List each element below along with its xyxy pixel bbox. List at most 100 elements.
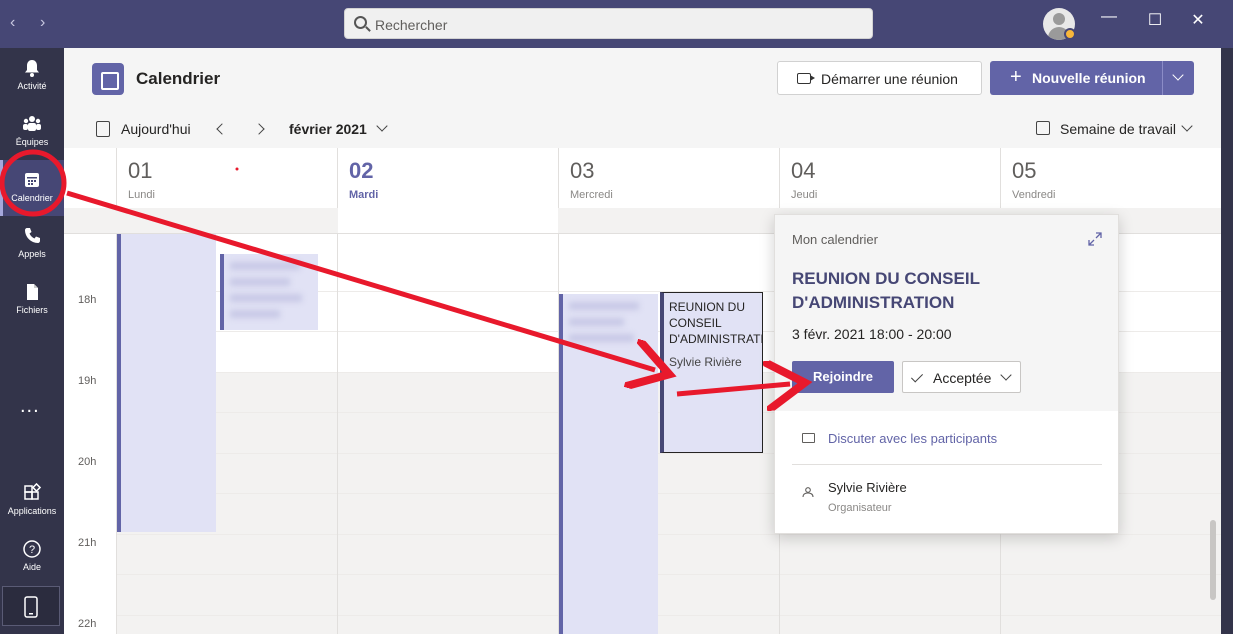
teams-icon [23,116,41,131]
day-header-friday[interactable]: 05 Vendredi [1000,148,1221,208]
hour-label: 20h [78,456,97,468]
plus-icon: + [1010,66,1022,88]
event-block[interactable] [117,234,216,532]
calendar-icon [25,173,39,187]
hour-line [116,615,1221,616]
calendar-toolbar: Aujourd'hui février 2021 Semaine de trav… [64,110,1221,148]
rail-item-calls[interactable]: Appels [0,216,64,272]
day-name: Jeudi [791,189,818,201]
day-header-monday[interactable]: 01 Lundi [116,148,337,208]
expand-icon[interactable] [1088,232,1102,246]
maximize-button[interactable]: ☐ [1140,10,1170,30]
window-edge [1221,48,1233,634]
popup-calendar-name: Mon calendrier [792,232,878,247]
back-arrow-icon[interactable]: ‹ [10,14,15,32]
day-name: Lundi [128,189,155,201]
close-button[interactable]: ✕ [1183,10,1213,30]
blurred-text [569,302,639,310]
day-number: 05 [1012,158,1037,183]
hour-label: 21h [78,537,97,549]
day-header-tuesday[interactable]: 02 Mardi [337,148,558,208]
rail-item-apps[interactable]: Applications [0,473,64,529]
popup-datetime: 3 févr. 2021 18:00 - 20:00 [792,326,952,342]
rail-item-activity[interactable]: Activité [0,48,64,104]
avatar-head [1053,13,1065,25]
blurred-text [230,262,300,270]
search-icon [354,16,367,29]
blurred-text [230,278,290,286]
start-meeting-button[interactable]: Démarrer une réunion [777,61,982,95]
selected-event[interactable]: REUNION DU CONSEIL D'ADMINISTRATI Sylvie… [660,292,763,453]
rail-label: Calendrier [11,193,53,203]
hour-label: 18h [78,294,97,306]
rail-item-files[interactable]: Fichiers [0,272,64,328]
accepted-label: Acceptée [933,370,992,386]
search-input[interactable]: Rechercher [344,8,873,39]
today-allday-cell [338,208,558,233]
minimize-button[interactable]: — [1094,8,1124,26]
join-button[interactable]: Rejoindre [792,361,894,393]
accepted-button[interactable]: Acceptée [902,361,1021,393]
day-number: 01 [128,158,153,183]
popup-title: REUNION DU CONSEIL D'ADMINISTRATION [792,269,980,312]
search-placeholder: Rechercher [375,17,448,33]
title-bar: ‹ › Rechercher — ☐ ✕ [0,0,1233,48]
prev-week-icon[interactable] [216,123,228,135]
month-picker[interactable]: février 2021 [289,121,367,137]
rail-label: Applications [7,506,57,516]
next-week-icon[interactable] [253,123,265,135]
page-title: Calendrier [136,69,221,88]
event-title-line: REUNION DU [669,300,746,314]
scrollbar-thumb[interactable] [1210,520,1216,600]
event-block[interactable] [559,294,658,634]
rail-label: Équipes [15,137,49,147]
forward-arrow-icon[interactable]: › [40,14,45,32]
rail-item-calendar[interactable]: Calendrier [0,160,64,216]
chevron-down-icon[interactable] [1181,120,1193,132]
event-title-line: D'ADMINISTRATI [669,332,763,346]
person-icon [802,487,814,498]
chat-link[interactable]: Discuter avec les participants [828,431,997,446]
day-number: 03 [570,158,595,183]
day-header-wednesday[interactable]: 03 Mercredi [558,148,779,208]
video-camera-icon [797,73,815,84]
day-name: Mercredi [570,189,613,201]
today-button[interactable]: Aujourd'hui [121,121,191,137]
check-icon [910,370,924,383]
day-header-thursday[interactable]: 04 Jeudi [779,148,1000,208]
event-title-line: CONSEIL [669,316,722,330]
phone-icon [25,228,40,243]
file-icon [27,284,38,300]
chat-icon [802,433,815,443]
blurred-text [230,310,280,318]
device-button[interactable] [2,586,60,626]
chevron-down-icon [1172,69,1184,81]
event-block[interactable] [220,254,318,330]
new-meeting-button[interactable]: + Nouvelle réunion [990,61,1162,95]
rail-label: Fichiers [16,305,48,315]
calendar-app-icon [92,63,124,95]
start-meeting-label: Démarrer une réunion [821,71,958,87]
help-icon: ? [23,540,41,558]
event-organizer: Sylvie Rivière [669,355,742,369]
view-picker[interactable]: Semaine de travail [1060,121,1176,137]
day-name: Vendredi [1012,189,1056,201]
day-number: 02 [349,158,374,183]
new-meeting-label: Nouvelle réunion [1032,70,1146,86]
rail-label: Activité [17,81,47,91]
more-icon[interactable]: ... [20,395,40,418]
chevron-down-icon[interactable] [376,120,388,132]
new-meeting-dropdown[interactable] [1162,61,1194,95]
organizer-role: Organisateur [828,502,892,514]
rail-label: Aide [22,562,41,572]
hour-label: 19h [78,375,97,387]
blurred-text [569,318,624,326]
rail-item-teams[interactable]: Équipes [0,104,64,160]
rail-item-help[interactable]: ? Aide [0,529,64,585]
blurred-text [230,294,302,302]
status-badge [1064,28,1076,40]
blurred-text [569,334,634,342]
today-icon [96,121,110,137]
rail-label: Appels [18,249,46,259]
day-number: 04 [791,158,816,183]
